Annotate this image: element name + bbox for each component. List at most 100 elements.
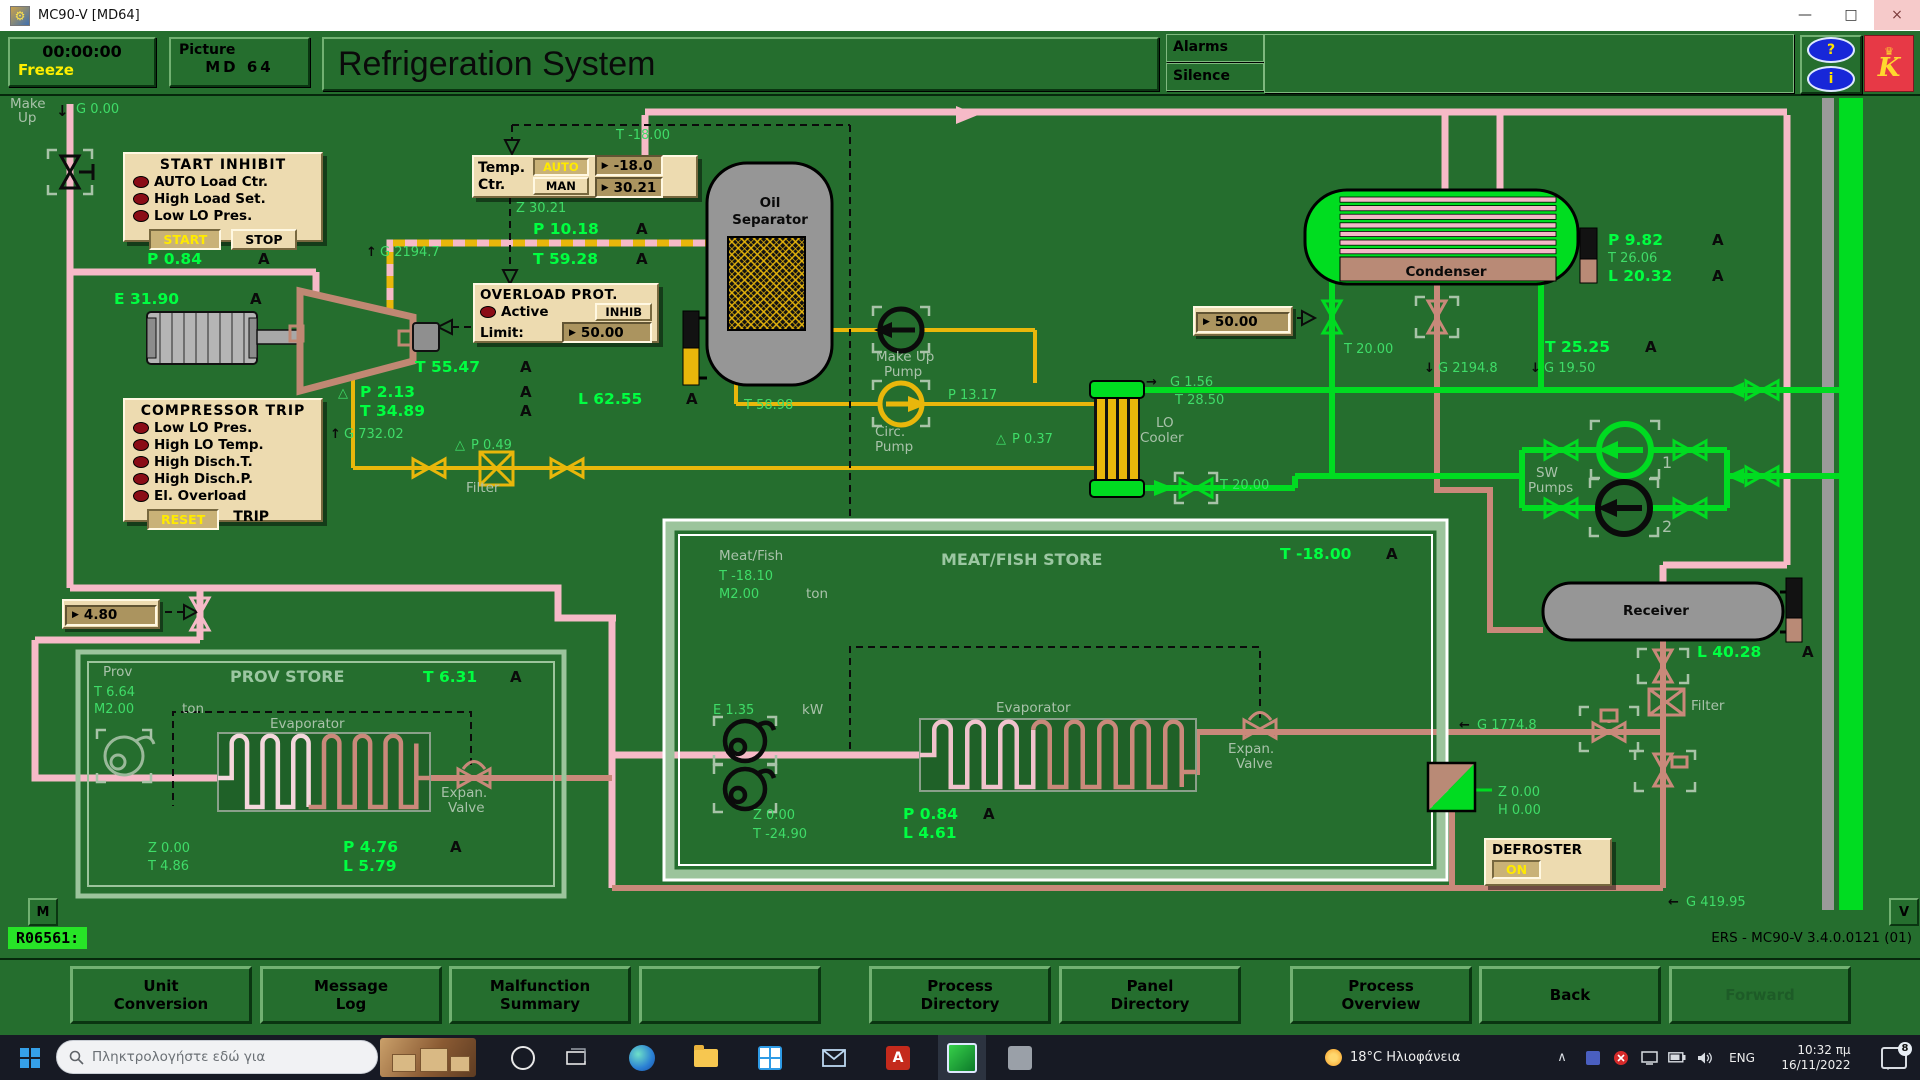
- sw-pump2-number: 2: [1662, 517, 1672, 536]
- notification-center-button[interactable]: 8: [1876, 1035, 1912, 1080]
- start-button[interactable]: [12, 1035, 48, 1080]
- delta: △: [996, 432, 1006, 447]
- help-button[interactable]: ?: [1807, 37, 1855, 63]
- led-high-load: [133, 193, 149, 205]
- tray-expand-button[interactable]: ∧: [1550, 1035, 1574, 1080]
- taskbar-edge[interactable]: [620, 1035, 664, 1080]
- weather-text: 18°C Ηλιοφάνεια: [1350, 1050, 1460, 1065]
- makeup-pump[interactable]: [874, 309, 922, 351]
- liquid-solenoid-valve[interactable]: [1654, 754, 1687, 786]
- prov-expansion-valve[interactable]: [458, 762, 490, 788]
- nav-process-overview[interactable]: ProcessOverview: [1290, 966, 1472, 1024]
- nav-unit-conversion[interactable]: UnitConversion: [70, 966, 252, 1024]
- language-indicator[interactable]: ENG: [1724, 1035, 1760, 1080]
- minimize-button[interactable]: —: [1782, 0, 1828, 30]
- tray-status[interactable]: [1608, 1035, 1634, 1080]
- auto-flag: A: [510, 668, 522, 686]
- meatfish-fan-2[interactable]: [725, 769, 774, 809]
- led-label: AUTO Load Ctr.: [154, 174, 268, 190]
- nav-message-log[interactable]: MessageLog: [260, 966, 442, 1024]
- taskbar-explorer[interactable]: [684, 1035, 728, 1080]
- taskbar-acrobat[interactable]: A: [876, 1035, 920, 1080]
- prov-fan[interactable]: [105, 737, 154, 775]
- taskbar-time: 10:32 πμ: [1781, 1043, 1850, 1058]
- liquid-motor-valve[interactable]: [1593, 710, 1625, 741]
- auto-flag: A: [520, 402, 532, 420]
- sw-pump1-number: 1: [1662, 453, 1672, 472]
- sw-pumps-label: SW: [1536, 465, 1558, 481]
- nav-malfunction-summary[interactable]: MalfunctionSummary: [449, 966, 631, 1024]
- value-t-discharge2: T 59.28: [533, 250, 598, 268]
- tray-display[interactable]: [1636, 1035, 1662, 1080]
- nav-forward[interactable]: Forward: [1669, 966, 1851, 1024]
- tag-field[interactable]: R06561:: [8, 927, 87, 949]
- taskbar-date: 16/11/2022: [1781, 1058, 1850, 1073]
- value-t-setline: T -18.00: [615, 128, 670, 143]
- taskbar-app-gray[interactable]: [998, 1035, 1042, 1080]
- auto-button[interactable]: AUTO: [533, 158, 589, 176]
- led-label: High LO Temp.: [154, 437, 264, 453]
- tray-battery[interactable]: [1664, 1035, 1690, 1080]
- silence-button[interactable]: Silence: [1166, 63, 1264, 91]
- task-view-button[interactable]: [558, 1035, 594, 1080]
- tray-teams[interactable]: [1580, 1035, 1606, 1080]
- circ-pump[interactable]: [880, 383, 928, 425]
- maximize-button[interactable]: □: [1828, 0, 1874, 30]
- defroster-on-button[interactable]: ON: [1492, 860, 1541, 879]
- prov-store-title: PROV STORE: [230, 667, 344, 686]
- led-label: Low LO Pres.: [154, 420, 252, 436]
- nav-panel-directory[interactable]: PanelDirectory: [1059, 966, 1241, 1024]
- sun-icon: [1325, 1049, 1342, 1066]
- lo-cooler: [1090, 381, 1144, 497]
- nav-process-directory[interactable]: ProcessDirectory: [869, 966, 1051, 1024]
- man-button[interactable]: MAN: [533, 177, 589, 195]
- limit-label: Limit:: [480, 325, 524, 341]
- v-button[interactable]: V: [1889, 898, 1919, 926]
- tray-volume[interactable]: [1692, 1035, 1718, 1080]
- search-highlight-image[interactable]: [380, 1038, 476, 1077]
- value-t-mf2: T -24.90: [752, 827, 807, 842]
- taskbar-active-app[interactable]: [938, 1035, 986, 1080]
- inhib-button[interactable]: INHIB: [595, 303, 652, 321]
- filter-label: Filter: [466, 480, 500, 496]
- sw-pump-1[interactable]: [1598, 424, 1651, 476]
- picture-selector[interactable]: Picture MD 64: [169, 37, 310, 87]
- stop-button[interactable]: STOP: [231, 229, 296, 250]
- makeup-valve[interactable]: [61, 156, 93, 188]
- close-button[interactable]: ×: [1874, 0, 1920, 30]
- search-icon: [69, 1050, 84, 1065]
- overload-limit-field[interactable]: ▶50.00: [562, 322, 652, 343]
- monitor-icon: [1641, 1051, 1658, 1065]
- sw-pump-2[interactable]: [1597, 482, 1650, 534]
- freeze-status: Freeze: [18, 61, 146, 79]
- prov-setpoint-box[interactable]: ▶4.80: [62, 599, 160, 629]
- m-button[interactable]: M: [28, 898, 58, 926]
- value-h-defroster: H 0.00: [1498, 803, 1541, 818]
- value-m-prov: M2.00: [94, 702, 134, 717]
- value-p-lub: P 2.13: [360, 383, 415, 401]
- meatfish-store-title: MEAT/FISH STORE: [941, 550, 1102, 569]
- start-button[interactable]: START: [149, 229, 221, 250]
- nav-bar: UnitConversion MessageLog MalfunctionSum…: [0, 958, 1920, 1037]
- value-l-prov: L 5.79: [343, 857, 397, 875]
- taskbar-weather[interactable]: 18°C Ηλιοφάνεια: [1325, 1035, 1525, 1080]
- sw-setpoint-box[interactable]: ▶50.00: [1193, 306, 1293, 336]
- temp-setpoint-field[interactable]: ▶-18.0: [595, 155, 664, 176]
- nav-blank[interactable]: [639, 966, 821, 1024]
- app-icon-gray: [1008, 1046, 1032, 1070]
- taskbar-store[interactable]: [748, 1035, 792, 1080]
- led-auto-load: [133, 176, 149, 188]
- info-button[interactable]: i: [1807, 66, 1855, 92]
- cortana-button[interactable]: [505, 1035, 541, 1080]
- reset-button[interactable]: RESET: [147, 509, 219, 530]
- auto-flag: A: [520, 383, 532, 401]
- led-label: High Load Set.: [154, 191, 266, 207]
- auto-flag: A: [450, 838, 462, 856]
- value-g-discharge: G 2194.7: [380, 245, 440, 260]
- taskbar-mail[interactable]: [812, 1035, 856, 1080]
- auto-flag: A: [520, 358, 532, 376]
- nav-back[interactable]: Back: [1479, 966, 1661, 1024]
- alarms-button[interactable]: Alarms: [1166, 34, 1264, 62]
- taskbar-clock[interactable]: 10:32 πμ16/11/2022: [1768, 1035, 1864, 1080]
- search-input[interactable]: Πληκτρολογήστε εδώ για: [56, 1040, 378, 1074]
